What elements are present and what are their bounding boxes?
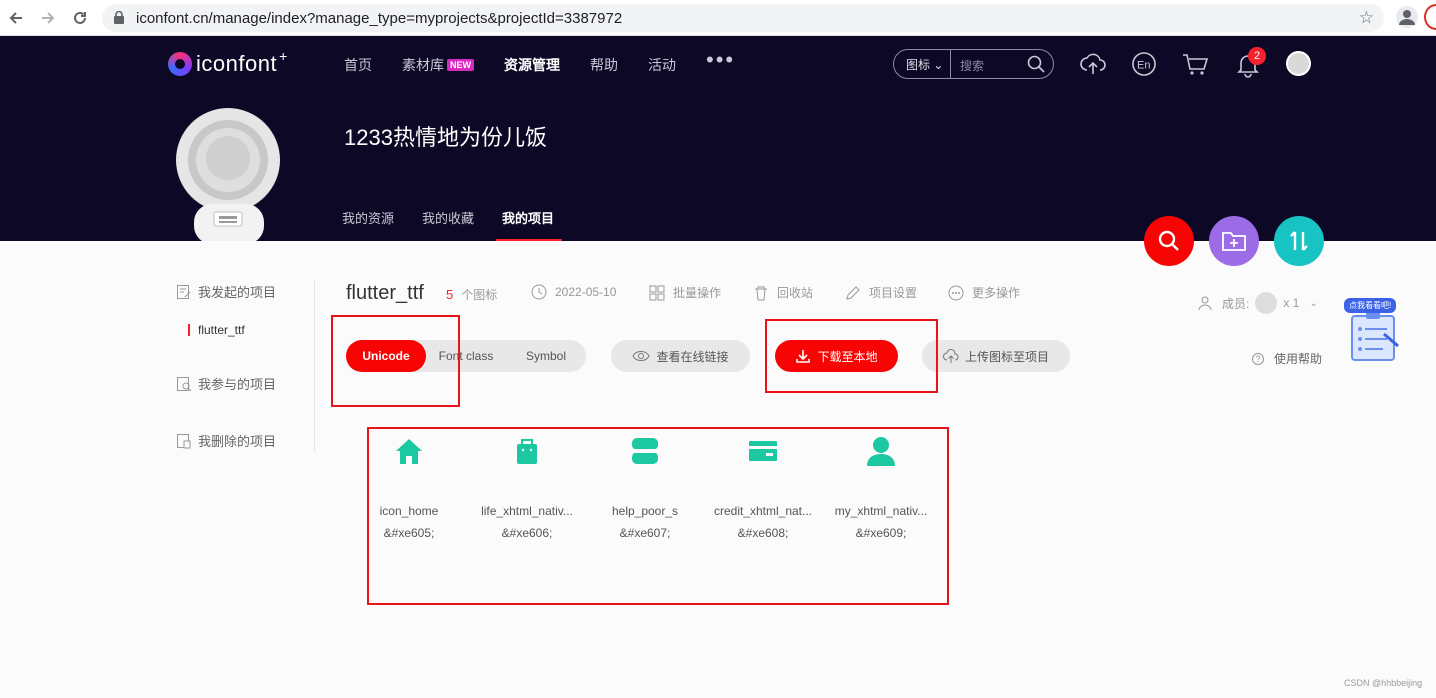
trash-icon	[755, 286, 767, 300]
watermark: CSDN @hhbbeijing	[1344, 678, 1423, 688]
url-text: iconfont.cn/manage/index?manage_type=myp…	[136, 10, 623, 27]
project-icon-count: 5 个图标	[446, 287, 498, 302]
reload-icon[interactable]	[68, 6, 92, 30]
view-online-link-button[interactable]: 查看在线链接	[611, 340, 750, 372]
tab-my-resources[interactable]: 我的资源	[342, 208, 394, 227]
icon-code: &#xe606;	[501, 526, 553, 540]
eye-icon	[632, 351, 651, 361]
icon-code: &#xe607;	[619, 526, 671, 540]
sidebar-divider	[314, 280, 315, 452]
recycle-bin-button[interactable]: 回收站	[753, 284, 813, 301]
search-type-select[interactable]: 图标 ⌄	[906, 56, 943, 73]
fab-new-folder-button[interactable]	[1209, 216, 1259, 266]
sidebar-deleted-projects[interactable]: 我删除的项目	[176, 431, 316, 450]
icon-code: &#xe605;	[383, 526, 435, 540]
icon-card[interactable]: life_xhtml_nativ... &#xe606;	[468, 436, 586, 540]
sidebar-joined-projects[interactable]: 我参与的项目	[176, 374, 316, 393]
search-doc-icon	[177, 376, 192, 391]
site-header: iconfont + 首页 素材库 NEW 资源管理 帮助 活动 ••• 图标 ⌄…	[0, 36, 1436, 241]
user-icon	[867, 437, 895, 466]
edit-doc-icon	[177, 284, 191, 299]
question-icon: ?	[1252, 352, 1264, 365]
icon-code: &#xe609;	[855, 526, 907, 540]
astronaut-avatar	[172, 108, 284, 241]
browser-profile-icon[interactable]	[1396, 6, 1418, 28]
more-menu-icon[interactable]: •••	[706, 47, 735, 73]
store-icon	[632, 438, 658, 464]
sidebar-project-flutter-ttf[interactable]: flutter_ttf	[188, 324, 245, 336]
iconfont-logo[interactable]: iconfont +	[168, 48, 287, 77]
project-settings-button[interactable]: 项目设置	[845, 284, 917, 301]
svg-text:En: En	[1137, 60, 1150, 72]
icon-card[interactable]: icon_home &#xe605;	[350, 436, 468, 540]
member-avatar	[1255, 292, 1278, 314]
upload-cloud-icon[interactable]	[1079, 50, 1107, 78]
pencil-icon	[846, 285, 860, 300]
profile-tabs: 我的资源 我的收藏 我的项目	[342, 208, 582, 241]
grid-icon	[649, 285, 665, 300]
helper-label: 点我看看吧!	[1344, 298, 1397, 313]
nav-resources[interactable]: 资源管理	[504, 55, 560, 81]
sort-icon	[1290, 231, 1308, 251]
icon-name: my_xhtml_nativ...	[834, 504, 928, 518]
search-icon	[1158, 230, 1179, 251]
browser-menu-icon[interactable]	[1424, 4, 1436, 30]
address-bar[interactable]: iconfont.cn/manage/index?manage_type=myp…	[102, 4, 1384, 32]
trash-doc-icon	[177, 433, 191, 448]
icon-name: credit_xhtml_nat...	[713, 504, 813, 518]
nav-library[interactable]: 素材库 NEW	[402, 55, 474, 81]
fab-search-button[interactable]	[1144, 216, 1194, 266]
username: 1233热情地为份儿饭	[344, 125, 547, 150]
members-info[interactable]: 成员: x 1 ⌄	[1198, 292, 1318, 314]
annotation-box-tabs	[331, 315, 460, 407]
search-box[interactable]: 图标 ⌄ 搜索	[893, 49, 1054, 79]
project-title: flutter_ttf	[346, 282, 424, 304]
tab-my-favorites[interactable]: 我的收藏	[422, 208, 474, 227]
more-operations-button[interactable]: 更多操作	[948, 284, 1020, 301]
logo-mark-icon	[168, 52, 192, 76]
search-icon[interactable]	[1026, 54, 1046, 79]
card-icon	[749, 441, 777, 461]
nav-home[interactable]: 首页	[344, 55, 372, 81]
nav-help[interactable]: 帮助	[590, 55, 618, 81]
more-circle-icon	[948, 285, 964, 300]
batch-operation-button[interactable]: 批量操作	[649, 284, 721, 301]
notification-badge: 2	[1248, 47, 1266, 65]
annotation-box-download	[765, 319, 938, 393]
tab-my-projects[interactable]: 我的项目	[496, 208, 563, 241]
bookmark-star-icon[interactable]: ☆	[1359, 8, 1374, 28]
tab-symbol[interactable]: Symbol	[506, 340, 586, 372]
main-nav: 首页 素材库 NEW 资源管理 帮助 活动 •••	[344, 47, 735, 81]
icon-name: help_poor_s	[611, 504, 679, 518]
bag-icon	[517, 439, 537, 464]
icon-name: icon_home	[379, 504, 439, 518]
folder-add-icon	[1222, 232, 1246, 251]
nav-activity[interactable]: 活动	[648, 55, 676, 81]
upload-to-project-button[interactable]: 上传图标至项目	[922, 340, 1070, 372]
home-icon	[396, 439, 422, 464]
icon-card[interactable]: my_xhtml_nativ... &#xe609;	[822, 436, 940, 540]
lock-icon	[114, 10, 124, 29]
members-icon	[1198, 296, 1212, 311]
browser-toolbar: iconfont.cn/manage/index?manage_type=myp…	[0, 0, 1436, 36]
clock-icon	[531, 284, 547, 300]
project-date: 2022-05-10	[531, 284, 616, 300]
icon-name: life_xhtml_nativ...	[481, 504, 573, 518]
sidebar-started-projects[interactable]: 我发起的项目	[176, 282, 316, 301]
icon-code: &#xe608;	[737, 526, 789, 540]
usage-help-link[interactable]: ? 使用帮助	[1252, 350, 1322, 367]
icon-card[interactable]: help_poor_s &#xe607;	[586, 436, 704, 540]
user-avatar[interactable]	[1286, 51, 1311, 76]
upload-cloud-icon	[942, 349, 959, 363]
fab-sort-button[interactable]	[1274, 216, 1324, 266]
cart-icon[interactable]	[1181, 50, 1209, 78]
icon-card[interactable]: credit_xhtml_nat... &#xe608;	[704, 436, 822, 540]
search-input[interactable]: 搜索	[960, 57, 984, 74]
chevron-down-icon: ⌄	[1309, 297, 1318, 309]
help-widget[interactable]: 点我看看吧!	[1344, 298, 1404, 364]
forward-arrow-icon[interactable]	[36, 6, 60, 30]
language-icon[interactable]: En	[1130, 50, 1158, 78]
back-arrow-icon[interactable]	[4, 6, 28, 30]
new-badge: NEW	[447, 59, 474, 71]
